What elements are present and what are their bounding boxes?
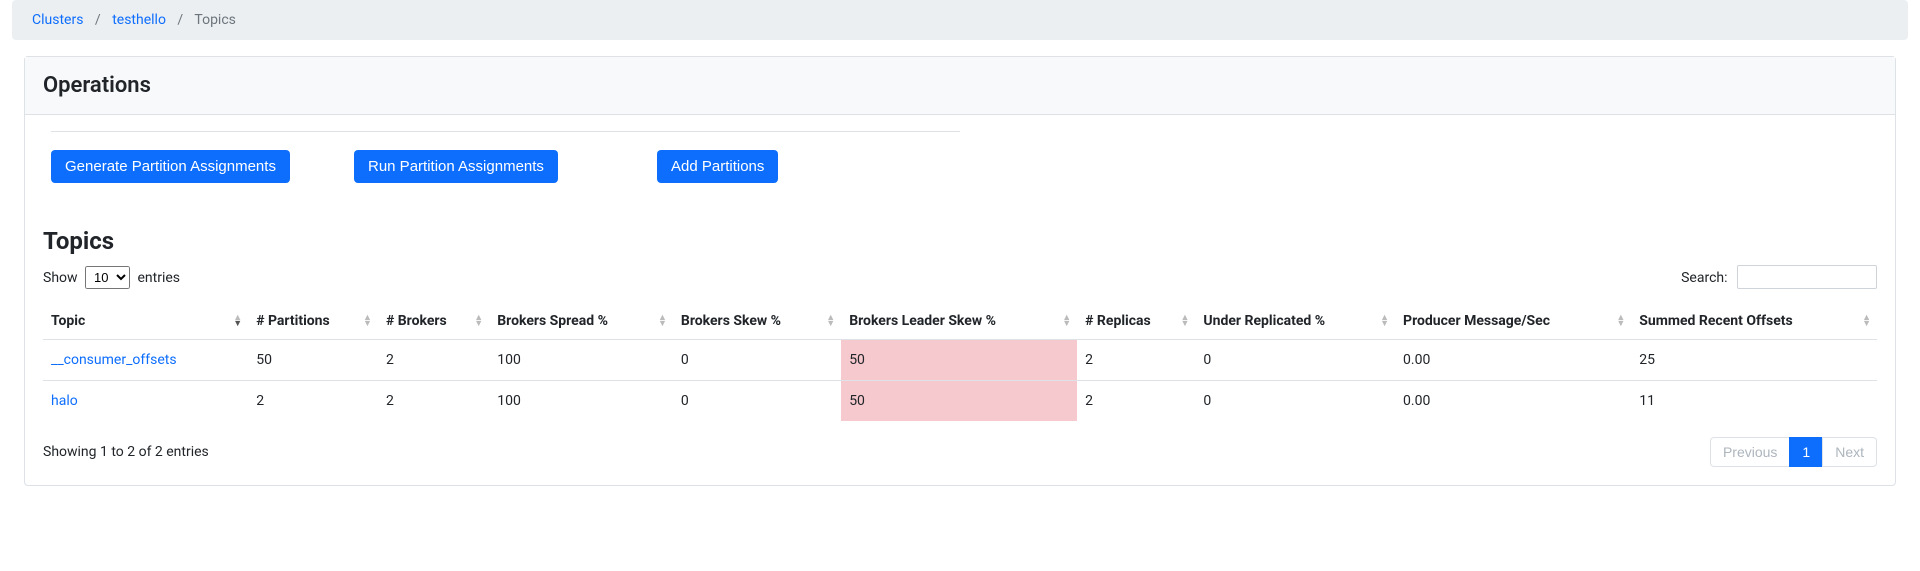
- search-control: Search:: [1681, 265, 1877, 289]
- breadcrumb-link-cluster-name[interactable]: testhello: [112, 12, 166, 28]
- table-cell-topic: halo: [43, 381, 248, 422]
- sort-icon: ▲▼: [474, 315, 483, 327]
- breadcrumb-separator: /: [169, 12, 191, 28]
- table-cell-under-replicated: 0: [1195, 340, 1395, 381]
- column-header-label: # Brokers: [386, 313, 447, 329]
- table-cell-partitions: 50: [248, 340, 378, 381]
- pagination: Previous 1 Next: [1711, 437, 1877, 467]
- table-cell-spread: 100: [489, 381, 673, 422]
- column-header-label: # Partitions: [256, 313, 330, 329]
- column-header[interactable]: Producer Message/Sec ▲▼: [1395, 303, 1631, 340]
- show-label-pre: Show: [43, 270, 78, 286]
- sort-icon: ▲▼: [1862, 315, 1871, 327]
- column-header[interactable]: Topic ▲▼: [43, 303, 248, 340]
- table-cell-replicas: 2: [1077, 381, 1195, 422]
- column-header[interactable]: # Brokers ▲▼: [378, 303, 489, 340]
- table-cell-brokers: 2: [378, 340, 489, 381]
- sort-icon: ▲▼: [1062, 315, 1071, 327]
- table-cell-spread: 100: [489, 340, 673, 381]
- search-input[interactable]: [1737, 265, 1877, 289]
- generate-partition-assignments-button[interactable]: Generate Partition Assignments: [51, 150, 290, 183]
- table-cell-skew: 0: [673, 381, 841, 422]
- pagination-page-button[interactable]: 1: [1789, 437, 1823, 467]
- breadcrumb-separator: /: [87, 12, 109, 28]
- sort-icon: ▲▼: [1616, 315, 1625, 327]
- table-row: halo22100050200.0011: [43, 381, 1877, 422]
- operations-panel: Operations Generate Partition Assignment…: [24, 56, 1896, 486]
- table-cell-leader-skew: 50: [841, 340, 1077, 381]
- table-cell-replicas: 2: [1077, 340, 1195, 381]
- table-cell-skew: 0: [673, 340, 841, 381]
- column-header-label: Under Replicated %: [1203, 313, 1325, 329]
- column-header-label: Brokers Skew %: [681, 313, 781, 329]
- sort-icon: ▲▼: [363, 315, 372, 327]
- table-row: __consumer_offsets502100050200.0025: [43, 340, 1877, 381]
- sort-icon: ▲▼: [1380, 315, 1389, 327]
- table-cell-producer-msg-sec: 0.00: [1395, 381, 1631, 422]
- breadcrumb-link-clusters[interactable]: Clusters: [32, 12, 83, 28]
- table-cell-partitions: 2: [248, 381, 378, 422]
- topics-section: Topics Show 10 entries Search: Topic▲▼# …: [25, 211, 1895, 485]
- table-cell-topic: __consumer_offsets: [43, 340, 248, 381]
- table-cell-summed-recent-offsets: 25: [1631, 340, 1877, 381]
- sort-icon: ▲▼: [233, 315, 242, 327]
- run-partition-assignments-button[interactable]: Run Partition Assignments: [354, 150, 558, 183]
- table-cell-leader-skew: 50: [841, 381, 1077, 422]
- sort-icon: ▲▼: [1180, 315, 1189, 327]
- breadcrumb-current: Topics: [194, 12, 235, 28]
- search-label: Search:: [1681, 270, 1727, 286]
- column-header-label: # Replicas: [1085, 313, 1151, 329]
- column-header-label: Producer Message/Sec: [1403, 313, 1550, 329]
- topic-link[interactable]: halo: [51, 393, 78, 409]
- show-entries-control: Show 10 entries: [43, 266, 180, 289]
- entries-per-page-select[interactable]: 10: [85, 266, 130, 289]
- sort-icon: ▲▼: [826, 315, 835, 327]
- table-cell-producer-msg-sec: 0.00: [1395, 340, 1631, 381]
- pagination-next-button[interactable]: Next: [1822, 437, 1877, 467]
- pagination-previous-button[interactable]: Previous: [1710, 437, 1790, 467]
- column-header-label: Brokers Leader Skew %: [849, 313, 996, 329]
- column-header[interactable]: Brokers Skew % ▲▼: [673, 303, 841, 340]
- table-info-text: Showing 1 to 2 of 2 entries: [43, 444, 209, 460]
- table-cell-brokers: 2: [378, 381, 489, 422]
- column-header[interactable]: Brokers Leader Skew % ▲▼: [841, 303, 1077, 340]
- column-header[interactable]: Under Replicated % ▲▼: [1195, 303, 1395, 340]
- column-header-label: Topic: [51, 313, 85, 329]
- show-label-post: entries: [138, 270, 181, 286]
- operations-title: Operations: [25, 57, 1895, 115]
- topics-title: Topics: [43, 227, 1877, 255]
- column-header[interactable]: # Replicas ▲▼: [1077, 303, 1195, 340]
- column-header[interactable]: Brokers Spread % ▲▼: [489, 303, 673, 340]
- column-header-label: Summed Recent Offsets: [1639, 313, 1792, 329]
- table-cell-summed-recent-offsets: 11: [1631, 381, 1877, 422]
- breadcrumb: Clusters / testhello / Topics: [12, 0, 1908, 40]
- table-cell-under-replicated: 0: [1195, 381, 1395, 422]
- topic-link[interactable]: __consumer_offsets: [51, 352, 177, 368]
- sort-icon: ▲▼: [658, 315, 667, 327]
- column-header[interactable]: Summed Recent Offsets ▲▼: [1631, 303, 1877, 340]
- topics-table: Topic▲▼# Partitions▲▼# Brokers▲▼Brokers …: [43, 303, 1877, 421]
- add-partitions-button[interactable]: Add Partitions: [657, 150, 778, 183]
- column-header[interactable]: # Partitions ▲▼: [248, 303, 378, 340]
- column-header-label: Brokers Spread %: [497, 313, 608, 329]
